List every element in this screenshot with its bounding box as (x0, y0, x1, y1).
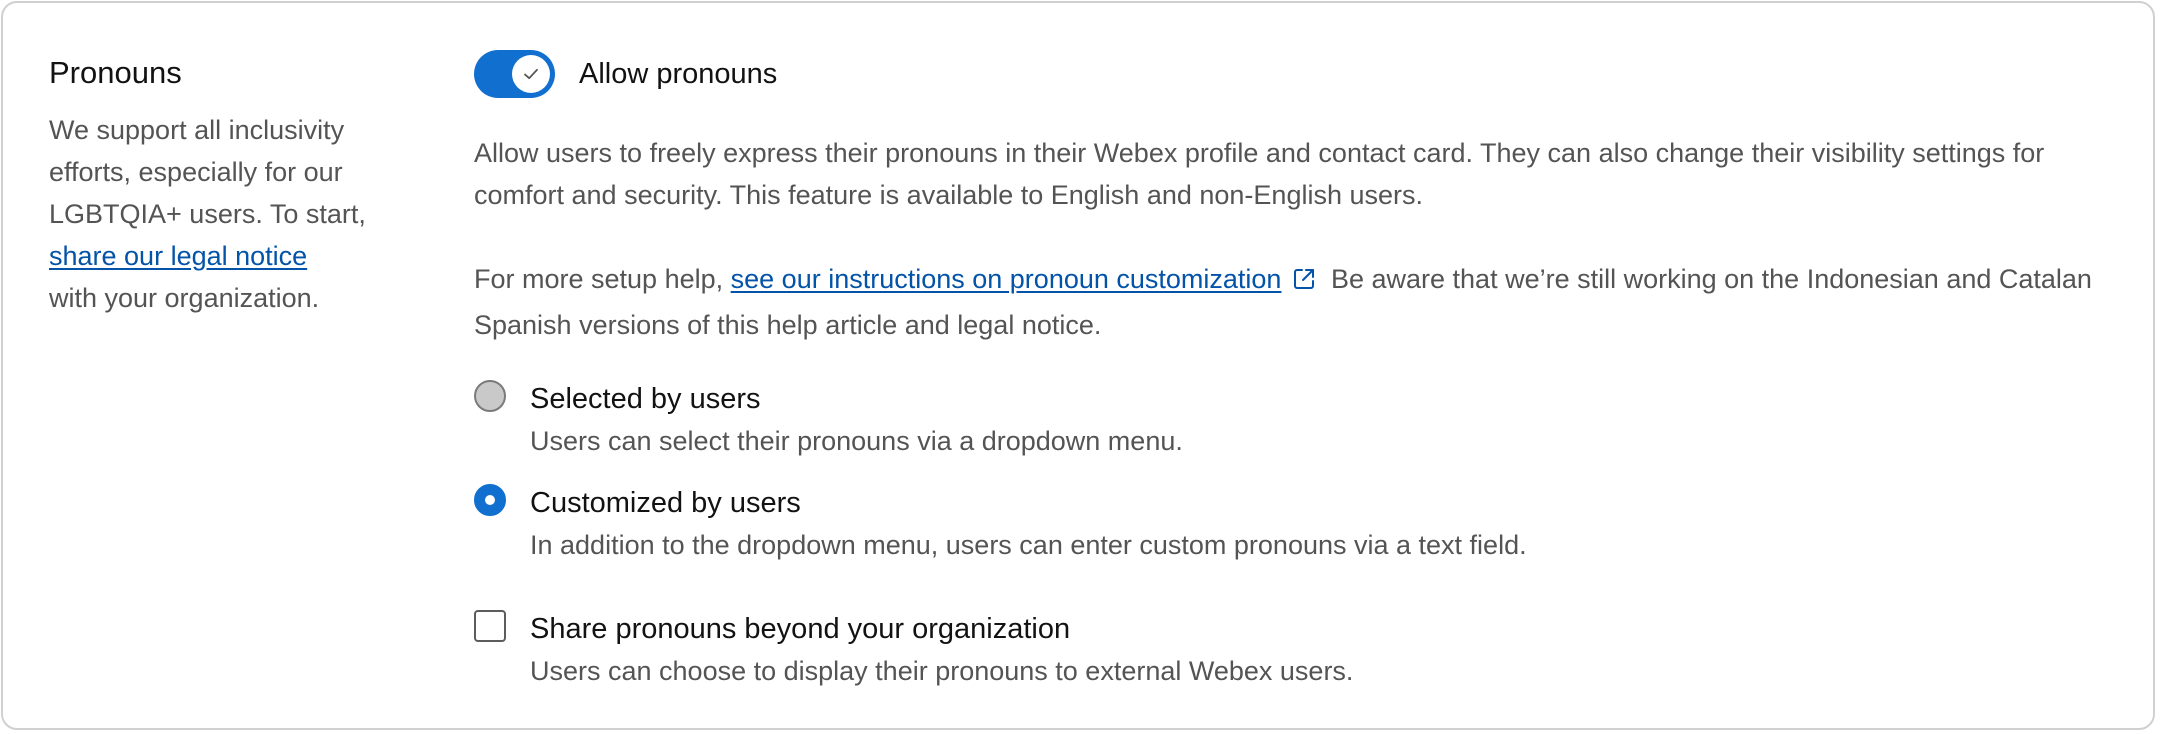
section-title: Pronouns (49, 55, 182, 90)
radio-customized-by-users[interactable] (474, 484, 506, 516)
help-text: For more setup help, see our instruction… (474, 258, 2124, 346)
share-pronouns-checkbox[interactable] (474, 610, 506, 642)
checkmark-icon (524, 68, 538, 80)
section-header: Pronouns We support all inclusivity effo… (49, 53, 409, 319)
pronouns-settings-card: Pronouns We support all inclusivity effo… (1, 1, 2155, 730)
option-help: In addition to the dropdown menu, users … (530, 530, 1527, 560)
option-selected-by-users[interactable]: Selected by users Users can select their… (474, 380, 2124, 462)
option-label: Selected by users (530, 383, 761, 415)
option-help: Users can choose to display their pronou… (530, 656, 1354, 686)
option-label: Share pronouns beyond your organization (530, 613, 1071, 645)
help-prefix: For more setup help, (474, 264, 724, 294)
option-share-pronouns[interactable]: Share pronouns beyond your organization … (474, 610, 2124, 692)
intro-text: Allow users to freely express their pron… (474, 138, 2045, 210)
section-description-text: We support all inclusivity efforts, espe… (49, 115, 366, 229)
settings-panel: Allow pronouns Allow users to freely exp… (474, 50, 2124, 692)
option-help: Users can select their pronouns via a dr… (530, 426, 1183, 456)
allow-pronouns-row: Allow pronouns (474, 50, 2124, 98)
toggle-knob (512, 55, 550, 93)
section-description: We support all inclusivity efforts, espe… (49, 109, 409, 319)
external-link-icon[interactable] (1291, 262, 1317, 304)
allow-pronouns-toggle[interactable] (474, 50, 555, 98)
radio-selected-by-users[interactable] (474, 380, 506, 412)
allow-pronouns-label: Allow pronouns (579, 57, 778, 90)
legal-notice-link[interactable]: share our legal notice (49, 241, 307, 271)
instructions-link[interactable]: see our instructions on pronoun customiz… (731, 264, 1282, 294)
option-label: Customized by users (530, 487, 801, 519)
option-customized-by-users[interactable]: Customized by users In addition to the d… (474, 484, 2124, 566)
section-description-tail: with your organization. (49, 283, 320, 313)
